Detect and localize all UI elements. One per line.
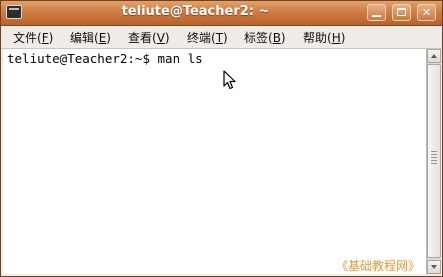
window-title: teliute@Teacher2: ~ <box>121 4 270 19</box>
menu-file-label: 文件( <box>13 31 42 45</box>
scroll-up-button[interactable] <box>427 49 441 63</box>
maximize-button[interactable] <box>392 4 411 21</box>
menu-file[interactable]: 文件(F) <box>13 29 53 46</box>
menu-view[interactable]: 查看(V) <box>128 29 170 46</box>
mouse-pointer-icon <box>223 70 236 90</box>
scrollbar-thumb[interactable] <box>427 64 441 258</box>
menu-terminal-mnemonic: T <box>215 31 224 45</box>
menu-file-mnemonic: F <box>41 31 49 45</box>
grip-icon <box>431 151 437 165</box>
menu-terminal-suffix: ) <box>223 31 228 45</box>
menu-edit[interactable]: 编辑(E) <box>70 29 111 46</box>
arrow-down-icon <box>431 265 437 269</box>
minimize-button[interactable] <box>367 4 386 21</box>
close-icon: ✕ <box>421 6 432 19</box>
menu-bar: 文件(F) 编辑(E) 查看(V) 终端(T) 标签(B) 帮助(H) <box>1 26 442 49</box>
menu-help-mnemonic: H <box>331 31 341 45</box>
arrow-up-icon <box>431 54 437 58</box>
terminal-icon[interactable] <box>6 5 22 19</box>
vertical-scrollbar[interactable] <box>426 49 441 274</box>
menu-view-suffix: ) <box>164 31 170 45</box>
menu-help[interactable]: 帮助(H) <box>303 29 345 46</box>
menu-help-label: 帮助( <box>303 31 332 45</box>
title-bar[interactable]: teliute@Teacher2: ~ ✕ <box>1 1 442 26</box>
menu-tabs-label: 标签( <box>244 31 273 45</box>
menu-terminal[interactable]: 终端(T) <box>187 29 228 46</box>
terminal-output[interactable]: teliute@Teacher2:~$ man ls <box>3 49 426 274</box>
minimize-icon <box>372 15 381 17</box>
menu-edit-suffix: ) <box>106 31 111 45</box>
terminal-window: teliute@Teacher2: ~ ✕ 文件(F) 编辑(E) 查看(V) … <box>0 0 443 277</box>
shell-prompt: teliute@Teacher2:~$ <box>7 51 158 66</box>
menu-edit-label: 编辑( <box>70 31 99 45</box>
menu-terminal-label: 终端( <box>187 31 216 45</box>
menu-view-label: 查看( <box>128 31 157 45</box>
menu-tabs-mnemonic: B <box>272 31 281 45</box>
typed-command: man ls <box>157 51 203 66</box>
maximize-icon <box>397 8 406 16</box>
command-line: teliute@Teacher2:~$ man ls <box>7 51 203 66</box>
menu-view-mnemonic: V <box>156 31 165 45</box>
menu-file-suffix: ) <box>48 31 54 45</box>
menu-tabs-suffix: ) <box>280 31 286 45</box>
scroll-down-button[interactable] <box>427 260 441 274</box>
menu-help-suffix: ) <box>340 31 346 45</box>
close-button[interactable]: ✕ <box>417 4 436 21</box>
menu-tabs[interactable]: 标签(B) <box>244 29 286 46</box>
watermark: 《基础教程网》 <box>336 259 421 273</box>
